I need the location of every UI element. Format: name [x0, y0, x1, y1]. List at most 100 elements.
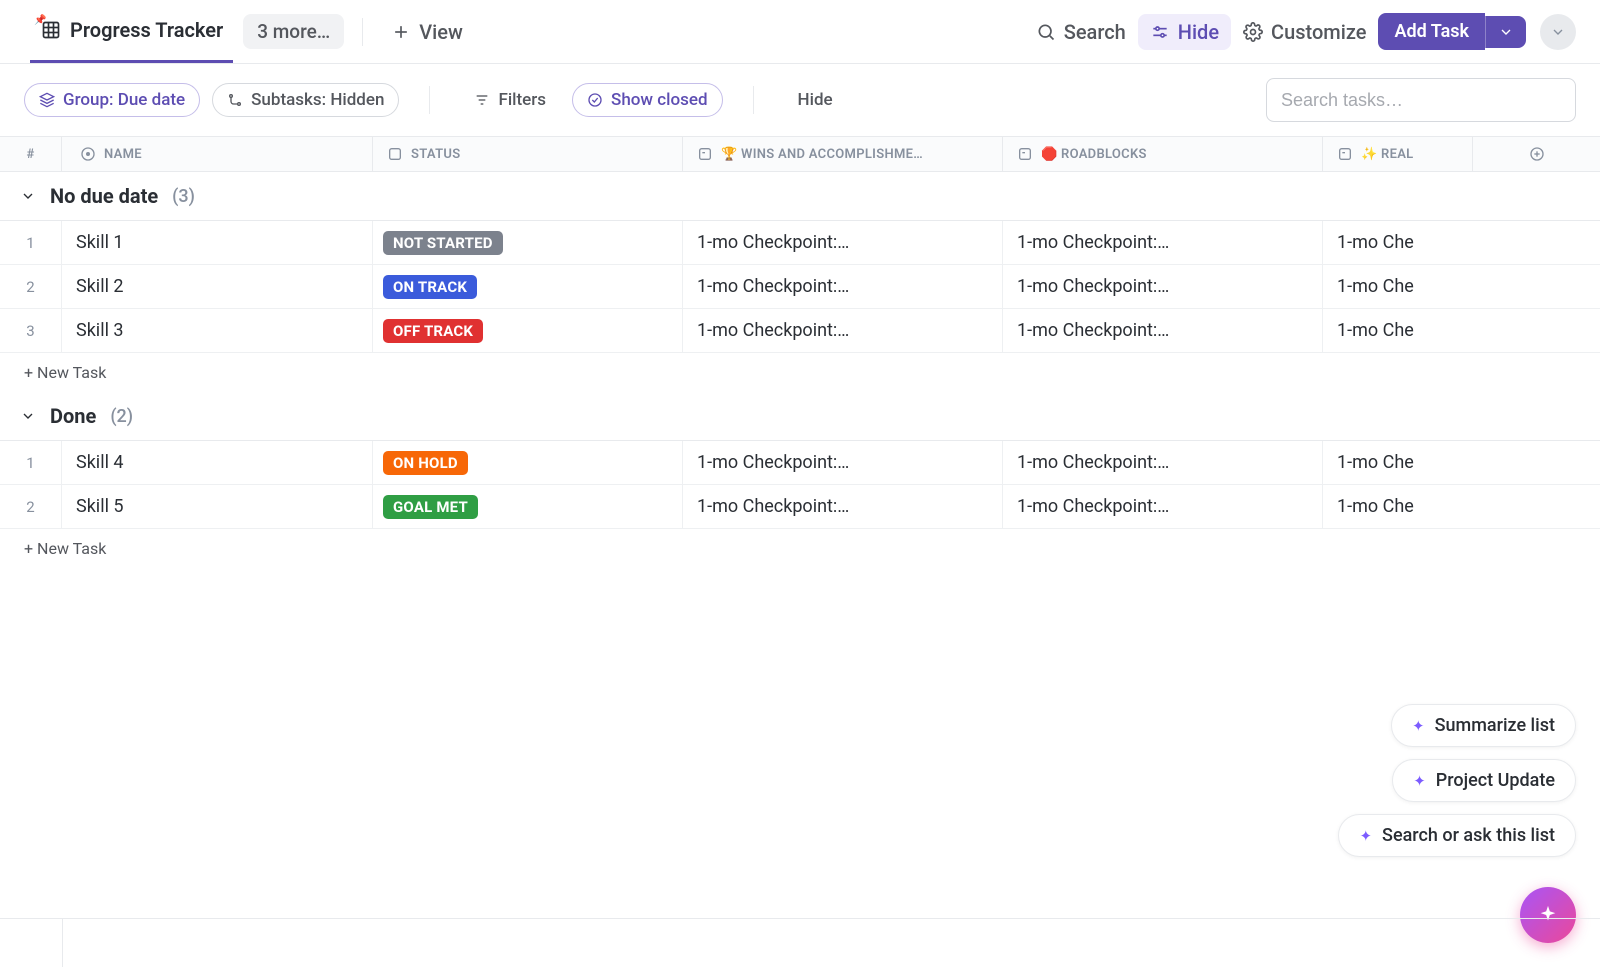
status-cell[interactable]: ON TRACK [372, 265, 682, 308]
search-icon [1036, 22, 1056, 42]
wins-cell[interactable]: 1-mo Checkpoint:… [682, 441, 1002, 484]
group-count: (3) [172, 186, 195, 207]
col-roadblocks-header[interactable]: 🛑 ROADBLOCKS [1002, 137, 1322, 171]
group-header[interactable]: Done (2) [0, 392, 1600, 441]
ai-summarize-list[interactable]: ✦ Summarize list [1391, 704, 1576, 747]
subtasks-icon [227, 92, 243, 108]
group-header[interactable]: No due date (3) [0, 172, 1600, 221]
customize-button[interactable]: Customize [1231, 14, 1378, 50]
footer-column-line [62, 919, 63, 967]
layers-icon [39, 92, 55, 108]
status-cell[interactable]: OFF TRACK [372, 309, 682, 352]
roadblocks-cell[interactable]: 1-mo Checkpoint:… [1002, 309, 1322, 352]
search-button[interactable]: Search [1024, 14, 1138, 50]
table-row[interactable]: 2 Skill 2 ON TRACK 1-mo Checkpoint:… 1-m… [0, 265, 1600, 309]
circle-dot-icon [80, 146, 96, 162]
wins-cell[interactable]: 1-mo Checkpoint:… [682, 221, 1002, 264]
status-cell[interactable]: NOT STARTED [372, 221, 682, 264]
chevron-down-icon [1498, 24, 1514, 40]
customize-label: Customize [1271, 20, 1366, 44]
task-name-cell[interactable]: Skill 1 [62, 232, 372, 253]
status-cell[interactable]: ON HOLD [372, 441, 682, 484]
ai-project-update[interactable]: ✦ Project Update [1392, 759, 1576, 802]
hide-button[interactable]: Hide [1138, 14, 1231, 50]
ai-summarize-label: Summarize list [1435, 715, 1555, 736]
text-column-icon [1337, 146, 1353, 162]
task-name-cell[interactable]: Skill 5 [62, 496, 372, 517]
group-count: (2) [110, 406, 133, 427]
wins-cell[interactable]: 1-mo Checkpoint:… [682, 309, 1002, 352]
roadblocks-cell[interactable]: 1-mo Checkpoint:… [1002, 221, 1322, 264]
realizations-cell[interactable]: 1-mo Che [1322, 221, 1472, 264]
pin-icon: 📌 [34, 15, 46, 26]
realizations-cell[interactable]: 1-mo Che [1322, 265, 1472, 308]
search-tasks-container [1266, 78, 1576, 122]
roadblocks-cell[interactable]: 1-mo Checkpoint:… [1002, 265, 1322, 308]
hide-label: Hide [1178, 20, 1219, 44]
wins-cell[interactable]: 1-mo Checkpoint:… [682, 485, 1002, 528]
chevron-down-icon [1550, 24, 1566, 40]
status-badge: NOT STARTED [383, 231, 503, 255]
filter-icon [474, 92, 490, 108]
ai-fab-button[interactable] [1520, 887, 1576, 943]
table-row[interactable]: 1 Skill 4 ON HOLD 1-mo Checkpoint:… 1-mo… [0, 441, 1600, 485]
table-row[interactable]: 1 Skill 1 NOT STARTED 1-mo Checkpoint:… … [0, 221, 1600, 265]
search-tasks-input[interactable] [1281, 90, 1561, 111]
add-view-button[interactable]: View [381, 14, 473, 50]
new-task-button[interactable]: + New Task [0, 353, 1600, 392]
subtasks-chip[interactable]: Subtasks: Hidden [212, 83, 399, 117]
group-title: Done [50, 404, 96, 428]
plus-circle-icon [1529, 146, 1545, 162]
subtasks-label: Subtasks: Hidden [251, 90, 384, 110]
gear-icon [1243, 22, 1263, 42]
status-badge: GOAL MET [383, 495, 478, 519]
col-realizations-header[interactable]: ✨ REAL [1322, 137, 1472, 171]
show-closed-chip[interactable]: Show closed [572, 83, 723, 117]
status-badge: ON TRACK [383, 275, 477, 299]
chevron-down-icon [20, 408, 36, 424]
roadblocks-cell[interactable]: 1-mo Checkpoint:… [1002, 441, 1322, 484]
add-column-button[interactable] [1472, 137, 1600, 171]
group-label: Group: Due date [63, 90, 185, 110]
divider [362, 18, 363, 46]
sliders-icon [1150, 22, 1170, 42]
wins-cell[interactable]: 1-mo Checkpoint:… [682, 265, 1002, 308]
new-task-button[interactable]: + New Task [0, 529, 1600, 568]
col-name-label: NAME [104, 147, 142, 162]
divider [753, 86, 754, 114]
realizations-cell[interactable]: 1-mo Che [1322, 485, 1472, 528]
ai-search-list[interactable]: ✦ Search or ask this list [1338, 814, 1576, 857]
col-status-label: STATUS [411, 147, 460, 162]
task-name-cell[interactable]: Skill 3 [62, 320, 372, 341]
table-icon: 📌 [40, 19, 62, 41]
more-menu[interactable] [1540, 14, 1576, 50]
roadblocks-cell[interactable]: 1-mo Checkpoint:… [1002, 485, 1322, 528]
tab-progress-tracker[interactable]: 📌 Progress Tracker [30, 0, 233, 63]
task-name-cell[interactable]: Skill 4 [62, 452, 372, 473]
group-chip[interactable]: Group: Due date [24, 83, 200, 117]
table-row[interactable]: 3 Skill 3 OFF TRACK 1-mo Checkpoint:… 1-… [0, 309, 1600, 353]
view-name: Progress Tracker [70, 18, 223, 42]
sparkle-icon: ✦ [1359, 827, 1372, 845]
add-task-dropdown[interactable] [1485, 16, 1526, 48]
realizations-cell[interactable]: 1-mo Che [1322, 441, 1472, 484]
add-task-button[interactable]: Add Task [1378, 13, 1485, 50]
row-number: 3 [0, 309, 62, 352]
more-views-pill[interactable]: 3 more… [243, 14, 344, 49]
hide-chip[interactable]: Hide [784, 84, 847, 116]
col-status-header[interactable]: STATUS [372, 137, 682, 171]
col-wins-header[interactable]: 🏆 WINS AND ACCOMPLISHME… [682, 137, 1002, 171]
chevron-down-icon [20, 188, 36, 204]
filters-chip[interactable]: Filters [460, 84, 560, 116]
status-cell[interactable]: GOAL MET [372, 485, 682, 528]
row-number: 1 [0, 441, 62, 484]
task-name-cell[interactable]: Skill 2 [62, 276, 372, 297]
status-badge: ON HOLD [383, 451, 468, 475]
table-row[interactable]: 2 Skill 5 GOAL MET 1-mo Checkpoint:… 1-m… [0, 485, 1600, 529]
col-number-header[interactable]: # [0, 137, 62, 171]
hide-chip-label: Hide [798, 90, 833, 110]
col-wins-label: 🏆 WINS AND ACCOMPLISHME… [721, 147, 923, 162]
realizations-cell[interactable]: 1-mo Che [1322, 309, 1472, 352]
row-number: 1 [0, 221, 62, 264]
col-name-header[interactable]: NAME [62, 146, 372, 162]
